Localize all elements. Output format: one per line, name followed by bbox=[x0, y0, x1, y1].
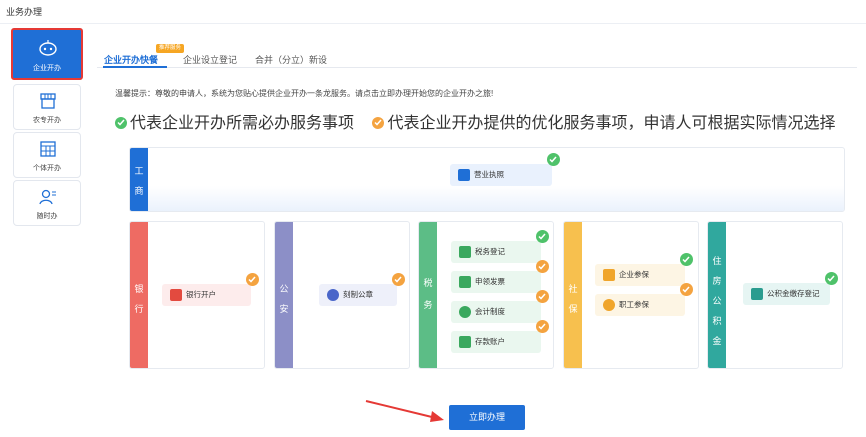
panel-bar: 社 保 bbox=[564, 222, 582, 368]
page-title: 业务办理 bbox=[6, 7, 43, 17]
service-business-license[interactable]: 营业执照 bbox=[450, 153, 560, 186]
panel-bar: 公 安 bbox=[275, 222, 293, 368]
sidebar-item-anytime[interactable]: 随时办 bbox=[13, 180, 81, 226]
legend-optional: 代表企业开办提供的优化服务事项，申请人可根据实际情况选择 bbox=[387, 115, 836, 132]
panel-bar: 税 务 bbox=[419, 222, 437, 368]
tax-doc-icon bbox=[459, 246, 471, 258]
service-housing-fund[interactable]: 公积金缴存登记 bbox=[743, 272, 838, 305]
panel-bar: 工 商 bbox=[130, 148, 148, 211]
apply-now-button[interactable]: 立即办理 bbox=[449, 405, 525, 430]
panel-title-char: 税 bbox=[423, 278, 433, 288]
panel-title-char: 行 bbox=[134, 304, 144, 314]
store-icon bbox=[40, 141, 56, 157]
panel-title-char: 金 bbox=[712, 336, 722, 346]
service-seal[interactable]: 刻制公章 bbox=[319, 273, 405, 306]
service-label: 会计制度 bbox=[475, 307, 505, 316]
panel-social: 社 保 企业参保 职工参保 bbox=[563, 221, 699, 369]
panel-title-char: 公 bbox=[279, 284, 289, 294]
panel-tax: 税 务 税务登记 申领发票 会计制度 存款账户 bbox=[418, 221, 554, 369]
bank-card-icon bbox=[170, 289, 182, 301]
panel-bar: 住 房 公 积 金 bbox=[708, 222, 726, 368]
service-label: 税务登记 bbox=[475, 247, 505, 256]
panel-title-char: 社 bbox=[568, 284, 578, 294]
shop-icon bbox=[40, 93, 56, 109]
service-deposit-account[interactable]: 存款账户 bbox=[451, 320, 549, 353]
panel-wave bbox=[148, 185, 844, 211]
green-check-icon bbox=[536, 230, 549, 243]
top-bar: 业务办理 bbox=[0, 0, 866, 24]
robot-icon bbox=[39, 40, 57, 56]
service-label: 存款账户 bbox=[475, 337, 505, 346]
seal-icon bbox=[327, 289, 339, 301]
panel-bank: 银 行 银行开户 bbox=[129, 221, 265, 369]
orange-check-icon bbox=[680, 283, 693, 296]
orange-check-icon bbox=[392, 273, 405, 286]
service-bank-account[interactable]: 银行开户 bbox=[162, 273, 259, 306]
user-card-icon bbox=[39, 189, 56, 205]
orange-check-icon bbox=[372, 117, 385, 129]
panel-title-char: 公 bbox=[712, 296, 722, 306]
pointer-arrow-icon bbox=[365, 400, 444, 422]
service-label: 刻制公章 bbox=[343, 290, 373, 299]
sidebar-item-label: 随时办 bbox=[36, 213, 58, 220]
license-icon bbox=[458, 169, 470, 181]
orange-check-icon bbox=[536, 290, 549, 303]
shield-icon bbox=[603, 299, 615, 311]
tab-enterprise-fast[interactable]: 企业开办快餐 bbox=[104, 53, 158, 66]
sidebar-item-label: 企业开办 bbox=[33, 65, 61, 72]
panel-police: 公 安 刻制公章 bbox=[274, 221, 410, 369]
service-label: 公积金缴存登记 bbox=[767, 289, 820, 298]
service-enterprise-insurance[interactable]: 企业参保 bbox=[595, 253, 693, 286]
panel-title-char: 安 bbox=[279, 304, 289, 314]
sidebar-item-farm[interactable]: 农专开办 bbox=[13, 84, 81, 130]
sidebar-item-label: 个体开办 bbox=[33, 165, 61, 172]
panel-title-char: 银 bbox=[134, 284, 144, 294]
tip-text: 温馨提示：尊敬的申请人，系统为您贴心提供企业开办一条龙服务。请点击立即办理开始您… bbox=[115, 89, 494, 98]
accounting-icon bbox=[459, 306, 471, 318]
tab-bar: 企业开办快餐 推荐服务 企业设立登记 合并（分立）新设 bbox=[97, 40, 857, 68]
deposit-icon bbox=[459, 336, 471, 348]
service-label: 企业参保 bbox=[619, 270, 649, 279]
green-check-icon bbox=[547, 153, 560, 166]
legend-required: 代表企业开办所需必办服务事项 bbox=[130, 115, 355, 132]
green-check-icon bbox=[115, 117, 127, 129]
sidebar-item-label: 农专开办 bbox=[33, 117, 61, 124]
panel-title-char: 住 bbox=[712, 256, 722, 266]
service-invoice[interactable]: 申领发票 bbox=[451, 260, 549, 293]
house-icon bbox=[751, 288, 763, 300]
tab-active-indicator bbox=[103, 66, 167, 68]
orange-check-icon bbox=[246, 273, 259, 286]
panel-title-char: 商 bbox=[134, 186, 144, 196]
recommend-badge: 推荐服务 bbox=[156, 44, 185, 53]
service-accounting[interactable]: 会计制度 bbox=[451, 290, 549, 323]
service-label: 银行开户 bbox=[186, 290, 216, 299]
panel-title-char: 房 bbox=[712, 276, 722, 286]
green-check-icon bbox=[680, 253, 693, 266]
service-label: 申领发票 bbox=[475, 277, 505, 286]
panel-housing: 住 房 公 积 金 公积金缴存登记 bbox=[707, 221, 843, 369]
green-check-icon bbox=[825, 272, 838, 285]
service-tax-register[interactable]: 税务登记 bbox=[451, 230, 549, 263]
panel-title-char: 积 bbox=[712, 316, 722, 326]
orange-check-icon bbox=[536, 320, 549, 333]
tab-enterprise-register[interactable]: 企业设立登记 bbox=[183, 53, 237, 66]
panel-bar: 银 行 bbox=[130, 222, 148, 368]
service-label: 职工参保 bbox=[619, 300, 649, 309]
invoice-icon bbox=[459, 276, 471, 288]
service-label: 营业执照 bbox=[474, 170, 504, 179]
legend: 代表企业开办所需必办服务事项 代表企业开办提供的优化服务事项，申请人可根据实际情… bbox=[115, 109, 835, 133]
panel-title-char: 工 bbox=[134, 166, 144, 176]
building-icon bbox=[603, 269, 615, 281]
sidebar-item-enterprise[interactable]: 企业开办 bbox=[11, 28, 83, 80]
panel-gongshang: 工 商 营业执照 bbox=[129, 147, 845, 212]
sidebar-item-individual[interactable]: 个体开办 bbox=[13, 132, 81, 178]
orange-check-icon bbox=[536, 260, 549, 273]
panel-title-char: 务 bbox=[423, 300, 433, 310]
service-employee-insurance[interactable]: 职工参保 bbox=[595, 283, 693, 316]
panel-title-char: 保 bbox=[568, 304, 578, 314]
tab-merge-split[interactable]: 合并（分立）新设 bbox=[255, 53, 327, 66]
